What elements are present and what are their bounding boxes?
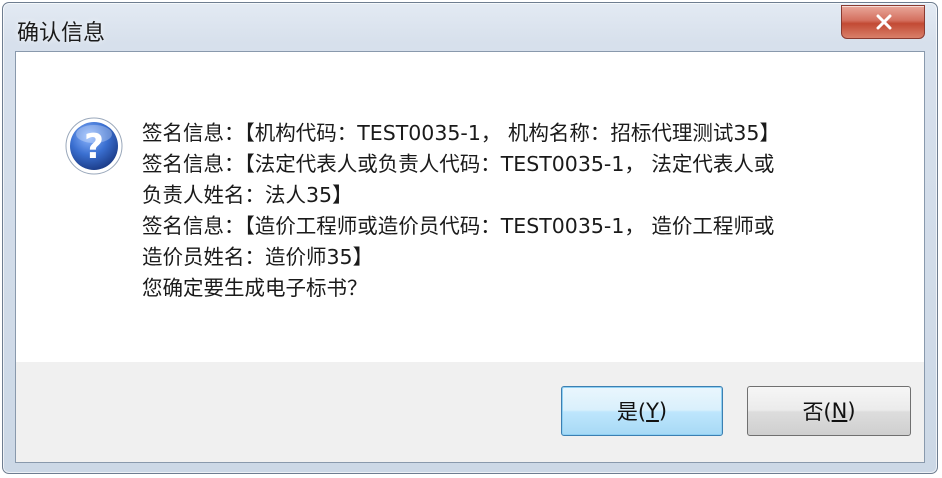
no-label-close: ) — [847, 399, 856, 423]
no-button[interactable]: 否(N) — [747, 386, 911, 436]
yes-label-close: ) — [658, 399, 668, 423]
question-icon: ? — [65, 117, 123, 175]
no-label: 否( — [802, 400, 832, 424]
message-area: ? 签名信息：【机构代码：TEST0035-1， 机构名称：招标代理测试35】 … — [16, 52, 924, 362]
dialog-client-area: ? 签名信息：【机构代码：TEST0035-1， 机构名称：招标代理测试35】 … — [15, 51, 925, 463]
no-accelerator: N — [831, 399, 848, 423]
message-line: 签名信息：【机构代码：TEST0035-1， 机构名称：招标代理测试35】 — [142, 121, 780, 145]
message-line: 负责人姓名：法人35】 — [142, 183, 353, 207]
dialog-window: 确认信息 ? 签名信息：【机构代码：TEST0035-1， 机构名称：招标代理测… — [2, 2, 938, 474]
yes-label: 是( — [616, 400, 647, 424]
title-bar[interactable]: 确认信息 — [3, 3, 937, 51]
yes-accelerator: Y — [646, 399, 659, 423]
message-line: 签名信息：【法定代表人或负责人代码：TEST0035-1， 法定代表人或 — [142, 152, 775, 176]
message-line: 您确定要生成电子标书？ — [142, 276, 368, 300]
message-line: 签名信息：【造价工程师或造价员代码：TEST0035-1， 造价工程师或 — [142, 214, 775, 238]
message-line: 造价员姓名：造价师35】 — [142, 245, 374, 269]
yes-button[interactable]: 是(Y) — [561, 386, 723, 436]
close-button[interactable] — [841, 5, 925, 39]
message-text: 签名信息：【机构代码：TEST0035-1， 机构名称：招标代理测试35】 签名… — [142, 118, 912, 304]
close-x-icon — [876, 14, 892, 30]
dialog-title: 确认信息 — [17, 21, 106, 46]
svg-text:?: ? — [84, 127, 104, 167]
